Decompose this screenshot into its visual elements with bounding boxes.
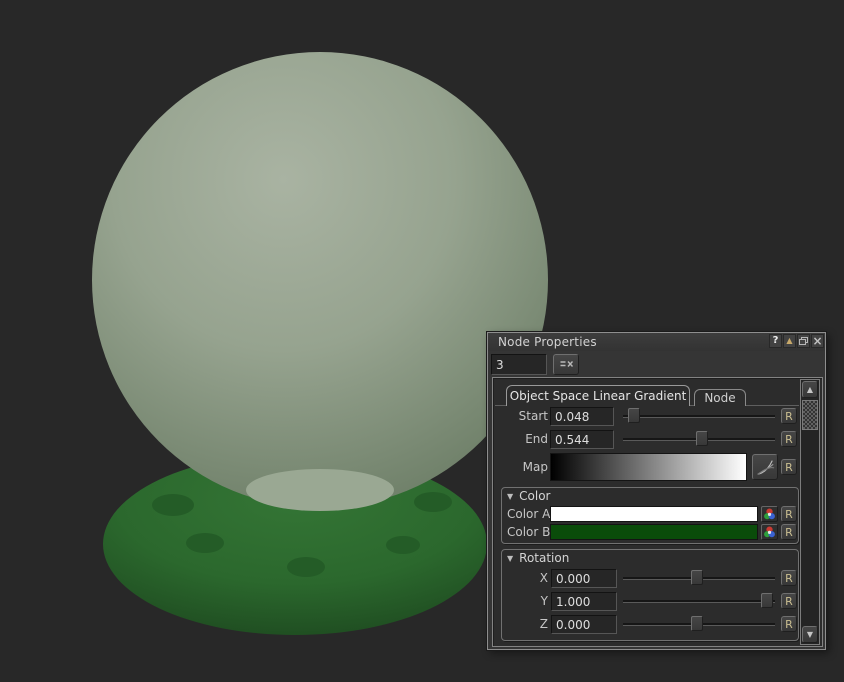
color-a-label: Color A	[507, 505, 555, 523]
rotation-y-input[interactable]	[551, 592, 617, 611]
pin-triangle-icon[interactable]: ▲	[783, 334, 796, 348]
slider-knob[interactable]	[628, 408, 640, 423]
close-icon[interactable]: ×	[811, 334, 824, 348]
reset-rotation-x-button[interactable]: R	[781, 570, 797, 586]
slider-track[interactable]	[623, 600, 775, 603]
tab-label: Object Space Linear Gradient	[510, 389, 687, 403]
restore-icon[interactable]	[797, 334, 810, 348]
restore-glyph	[799, 337, 808, 345]
rgb-picker-icon	[763, 526, 776, 538]
reset-map-button[interactable]: R	[781, 459, 797, 475]
color-b-swatch[interactable]	[550, 524, 758, 540]
rotation-z-input[interactable]	[551, 615, 617, 634]
rotation-y-label: Y	[513, 592, 548, 610]
edit-gradient-button[interactable]	[752, 454, 778, 480]
rotation-z-label: Z	[513, 615, 548, 633]
start-input[interactable]	[550, 407, 614, 426]
base-dimple	[287, 557, 325, 577]
scrollbar[interactable]: ▲ ▼	[800, 379, 820, 645]
rotation-z-slider[interactable]	[623, 615, 775, 633]
base-dimple	[386, 536, 420, 554]
sphere-neck	[246, 469, 394, 511]
scroll-down-icon[interactable]: ▼	[802, 626, 818, 643]
titlebar[interactable]: Node Properties ? ▲ ×	[488, 333, 825, 351]
rotation-x-input[interactable]	[551, 569, 617, 588]
slider-knob[interactable]	[696, 431, 708, 446]
start-slider[interactable]	[623, 407, 775, 425]
tab-label: Node	[704, 391, 735, 405]
end-label: End	[493, 430, 548, 448]
base-dimple	[186, 533, 224, 553]
reset-start-button[interactable]: R	[781, 408, 797, 424]
tab-object-space-linear-gradient[interactable]: Object Space Linear Gradient	[506, 385, 690, 406]
reset-rotation-z-button[interactable]: R	[781, 616, 797, 632]
titlebar-buttons: ? ▲ ×	[768, 334, 824, 348]
rgb-picker-icon	[763, 508, 776, 520]
reset-rotation-y-button[interactable]: R	[781, 593, 797, 609]
scrollbar-thumb[interactable]	[802, 400, 818, 430]
properties-panel: Object Space Linear Gradient Node Start …	[492, 377, 823, 647]
end-input[interactable]	[550, 430, 614, 449]
rotation-x-slider[interactable]	[623, 569, 775, 587]
slider-track[interactable]	[623, 415, 775, 418]
color-a-swatch[interactable]	[550, 506, 758, 522]
start-label: Start	[493, 407, 548, 425]
scroll-up-icon[interactable]: ▲	[802, 381, 818, 398]
tab-node[interactable]: Node	[694, 389, 746, 406]
gradient-map-bar[interactable]	[550, 453, 747, 481]
color-group-header[interactable]: ▼ Color	[507, 489, 551, 503]
node-name-action-button[interactable]	[553, 354, 579, 375]
rotation-y-slider[interactable]	[623, 592, 775, 610]
collapse-triangle-icon: ▼	[507, 492, 513, 501]
reset-color-a-button[interactable]: R	[781, 506, 797, 522]
reset-end-button[interactable]: R	[781, 431, 797, 447]
node-name-input[interactable]	[491, 354, 547, 375]
reset-color-b-button[interactable]: R	[781, 524, 797, 540]
map-label: Map	[493, 458, 548, 476]
rotation-group-header[interactable]: ▼ Rotation	[507, 551, 569, 565]
node-properties-window: Node Properties ? ▲ × Object Space Linea…	[487, 332, 826, 650]
rotation-group-title: Rotation	[519, 551, 569, 565]
slider-knob[interactable]	[691, 616, 703, 631]
rotation-x-label: X	[513, 569, 548, 587]
end-slider[interactable]	[623, 430, 775, 448]
slider-knob[interactable]	[691, 570, 703, 585]
gradient-map	[551, 454, 746, 480]
collapse-triangle-icon: ▼	[507, 554, 513, 563]
base-dimple	[414, 492, 452, 512]
color-b-label: Color B	[507, 523, 555, 541]
color-a-picker-button[interactable]	[761, 506, 778, 522]
edit-list-icon	[559, 359, 574, 370]
color-group-title: Color	[519, 489, 550, 503]
window-title: Node Properties	[498, 335, 597, 349]
base-dimple	[152, 494, 194, 516]
help-icon[interactable]: ?	[769, 334, 782, 348]
slider-knob[interactable]	[761, 593, 773, 608]
color-b-picker-button[interactable]	[761, 524, 778, 540]
curves-icon	[755, 457, 775, 477]
preview-sphere	[92, 52, 548, 508]
